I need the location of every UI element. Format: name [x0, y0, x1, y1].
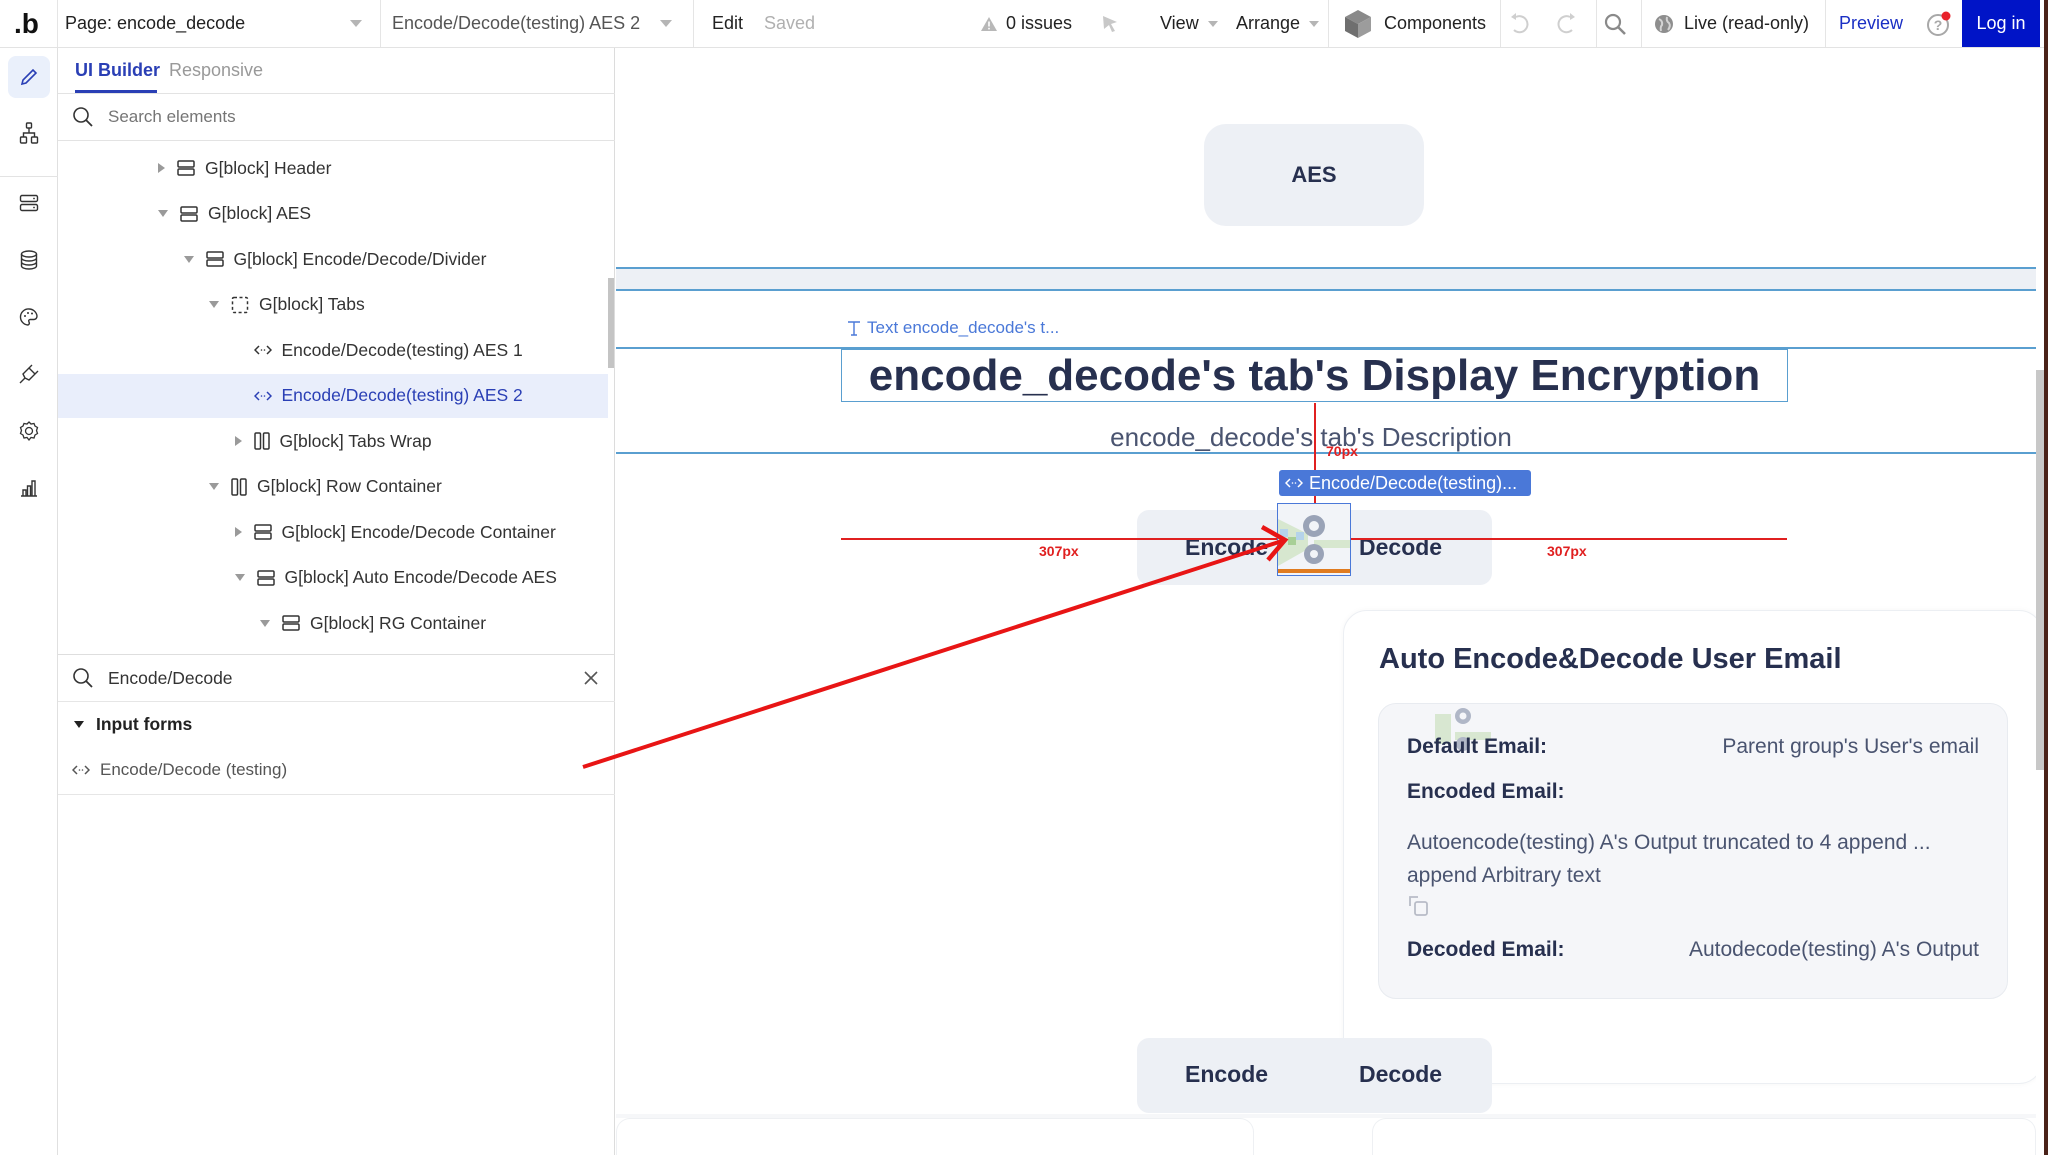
window-edge	[2044, 0, 2048, 1155]
annotation-arrow	[582, 525, 1289, 769]
canvas-scrollbar[interactable]	[2036, 370, 2044, 770]
